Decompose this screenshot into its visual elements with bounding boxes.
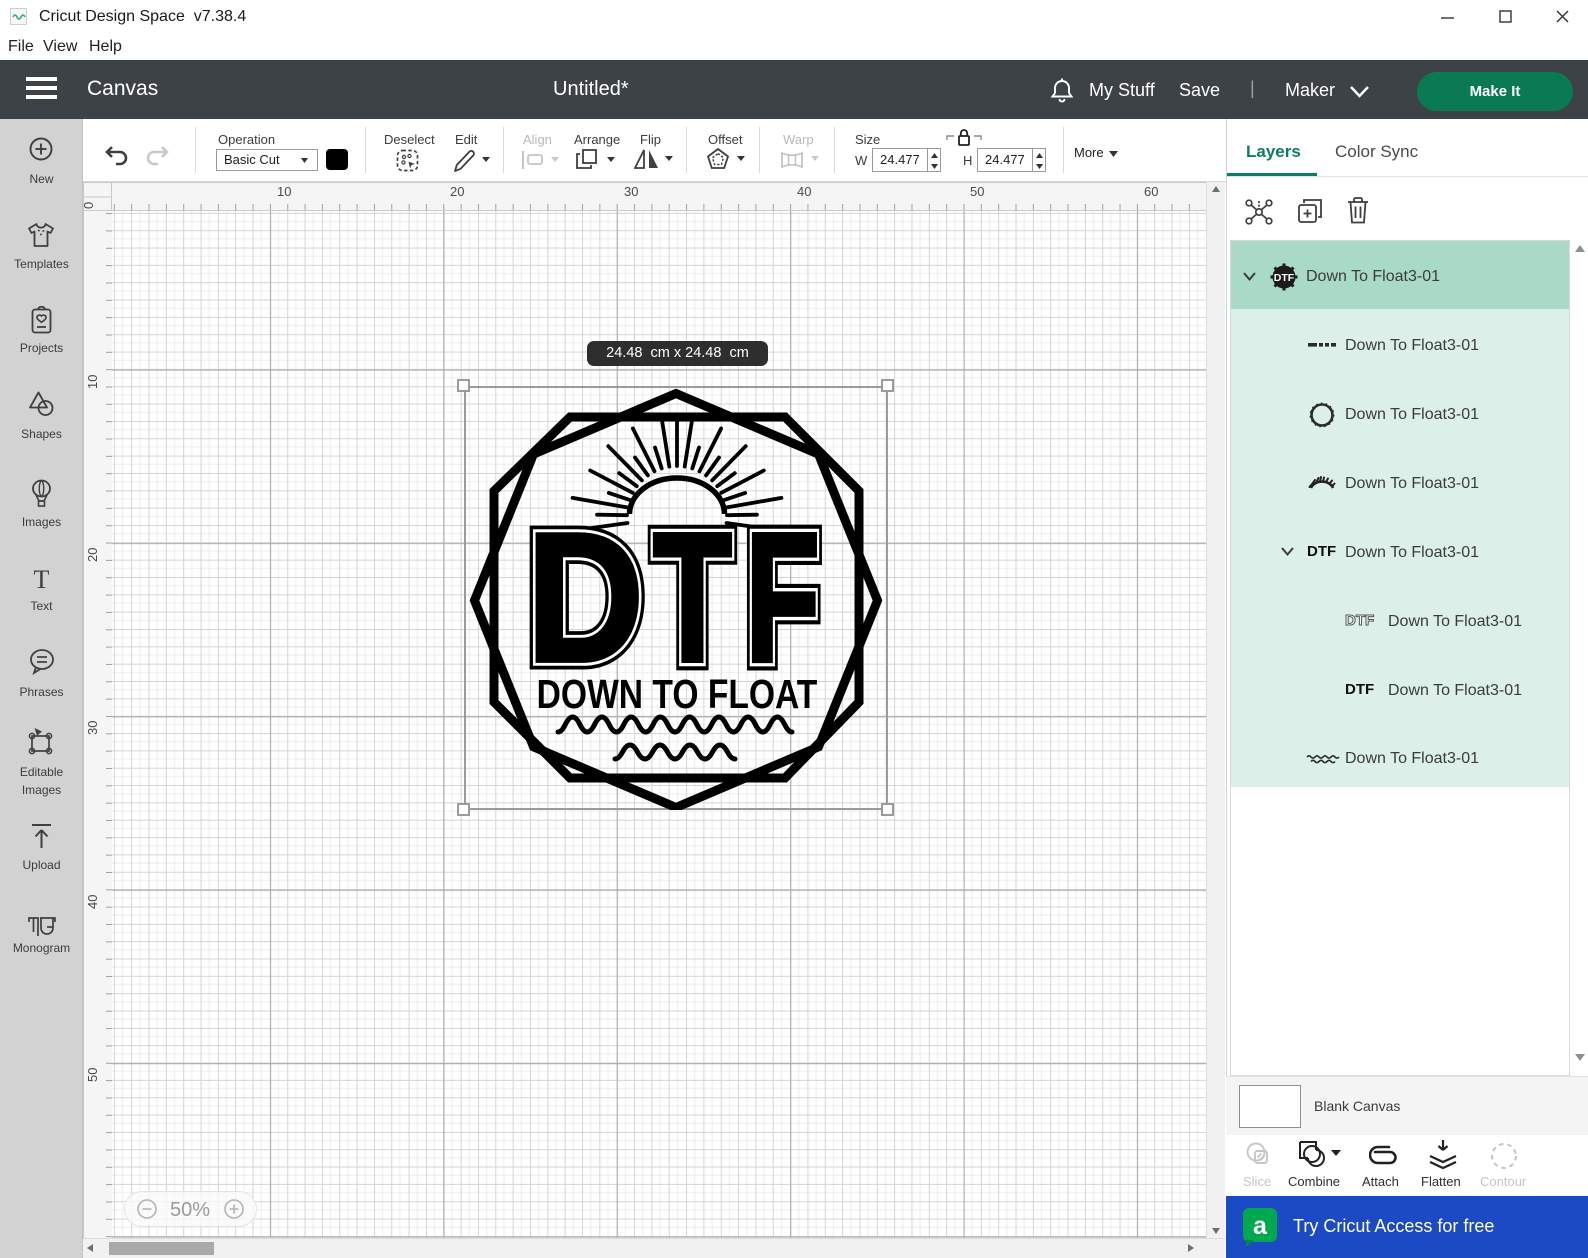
svg-text:30: 30	[85, 721, 100, 735]
svg-text:DOWN TO FLOAT: DOWN TO FLOAT	[537, 671, 818, 717]
svg-text:0: 0	[84, 202, 96, 209]
svg-text:T: T	[34, 566, 50, 592]
svg-text:50: 50	[85, 1068, 100, 1082]
svg-text:T: T	[653, 495, 731, 700]
svg-text:40: 40	[85, 895, 100, 909]
svg-text:50%: 50%	[170, 1199, 210, 1221]
svg-text:20: 20	[85, 548, 100, 562]
svg-text:10: 10	[85, 375, 100, 389]
svg-text:F: F	[746, 494, 820, 699]
svg-text:a: a	[1253, 1212, 1268, 1240]
svg-text:D: D	[527, 495, 644, 699]
svg-text:DTF: DTF	[1274, 272, 1295, 284]
